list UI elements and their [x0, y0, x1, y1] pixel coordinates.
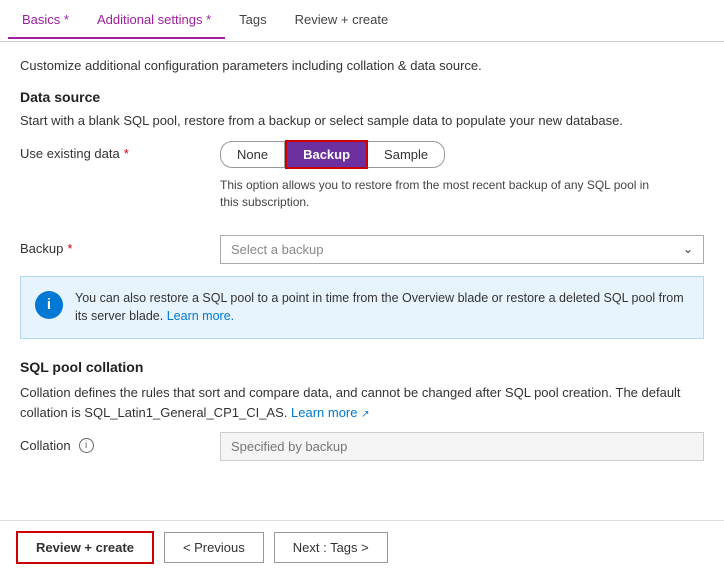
collation-learn-more-link[interactable]: Learn more ↗ — [291, 405, 370, 420]
next-button[interactable]: Next : Tags > — [274, 532, 388, 563]
backup-required-indicator: * — [67, 241, 72, 256]
backup-dropdown[interactable]: Select a backup ⌄ — [220, 235, 704, 264]
collation-input[interactable] — [220, 432, 704, 461]
backup-row: Backup * Select a backup ⌄ — [20, 235, 704, 264]
use-existing-label: Use existing data * — [20, 140, 220, 161]
use-existing-data-row: Use existing data * None Backup Sample T… — [20, 140, 704, 223]
collation-control — [220, 432, 704, 461]
collation-desc: Collation defines the rules that sort an… — [20, 383, 704, 422]
backup-note: This option allows you to restore from t… — [220, 177, 660, 211]
info-circle-icon: i — [35, 291, 63, 319]
use-existing-control: None Backup Sample This option allows yo… — [220, 140, 704, 223]
data-source-desc: Start with a blank SQL pool, restore fro… — [20, 113, 704, 128]
collation-section: SQL pool collation Collation defines the… — [20, 359, 704, 461]
tab-additional-settings[interactable]: Additional settings * — [83, 2, 225, 39]
info-box: i You can also restore a SQL pool to a p… — [20, 276, 704, 340]
page-wrapper: Basics * Additional settings * Tags Revi… — [0, 0, 724, 574]
option-none[interactable]: None — [220, 141, 285, 168]
main-content: Customize additional configuration param… — [0, 42, 724, 489]
collation-info-icon[interactable]: i — [79, 438, 94, 453]
data-source-section: Data source Start with a blank SQL pool,… — [20, 89, 704, 339]
tab-basics[interactable]: Basics * — [8, 2, 83, 39]
collation-label: Collation i — [20, 432, 220, 453]
option-sample[interactable]: Sample — [368, 141, 445, 168]
review-create-button[interactable]: Review + create — [16, 531, 154, 564]
backup-control: Select a backup ⌄ — [220, 235, 704, 264]
external-link-icon: ↗ — [361, 409, 369, 420]
collation-row: Collation i — [20, 432, 704, 461]
dropdown-arrow-icon: ⌄ — [683, 242, 693, 256]
info-box-text: You can also restore a SQL pool to a poi… — [75, 289, 689, 327]
previous-button[interactable]: < Previous — [164, 532, 264, 563]
option-backup[interactable]: Backup — [285, 140, 368, 169]
tab-bar: Basics * Additional settings * Tags Revi… — [0, 0, 724, 42]
required-indicator: * — [124, 146, 129, 161]
data-source-radio-group: None Backup Sample — [220, 140, 704, 169]
collation-title: SQL pool collation — [20, 359, 704, 375]
data-source-title: Data source — [20, 89, 704, 105]
backup-label: Backup * — [20, 235, 220, 256]
backup-placeholder: Select a backup — [231, 242, 324, 257]
bottom-bar: Review + create < Previous Next : Tags > — [0, 520, 724, 574]
tab-tags[interactable]: Tags — [225, 2, 280, 39]
page-description: Customize additional configuration param… — [20, 58, 704, 73]
info-learn-more-link[interactable]: Learn more. — [167, 309, 234, 323]
tab-review-create[interactable]: Review + create — [281, 2, 403, 39]
